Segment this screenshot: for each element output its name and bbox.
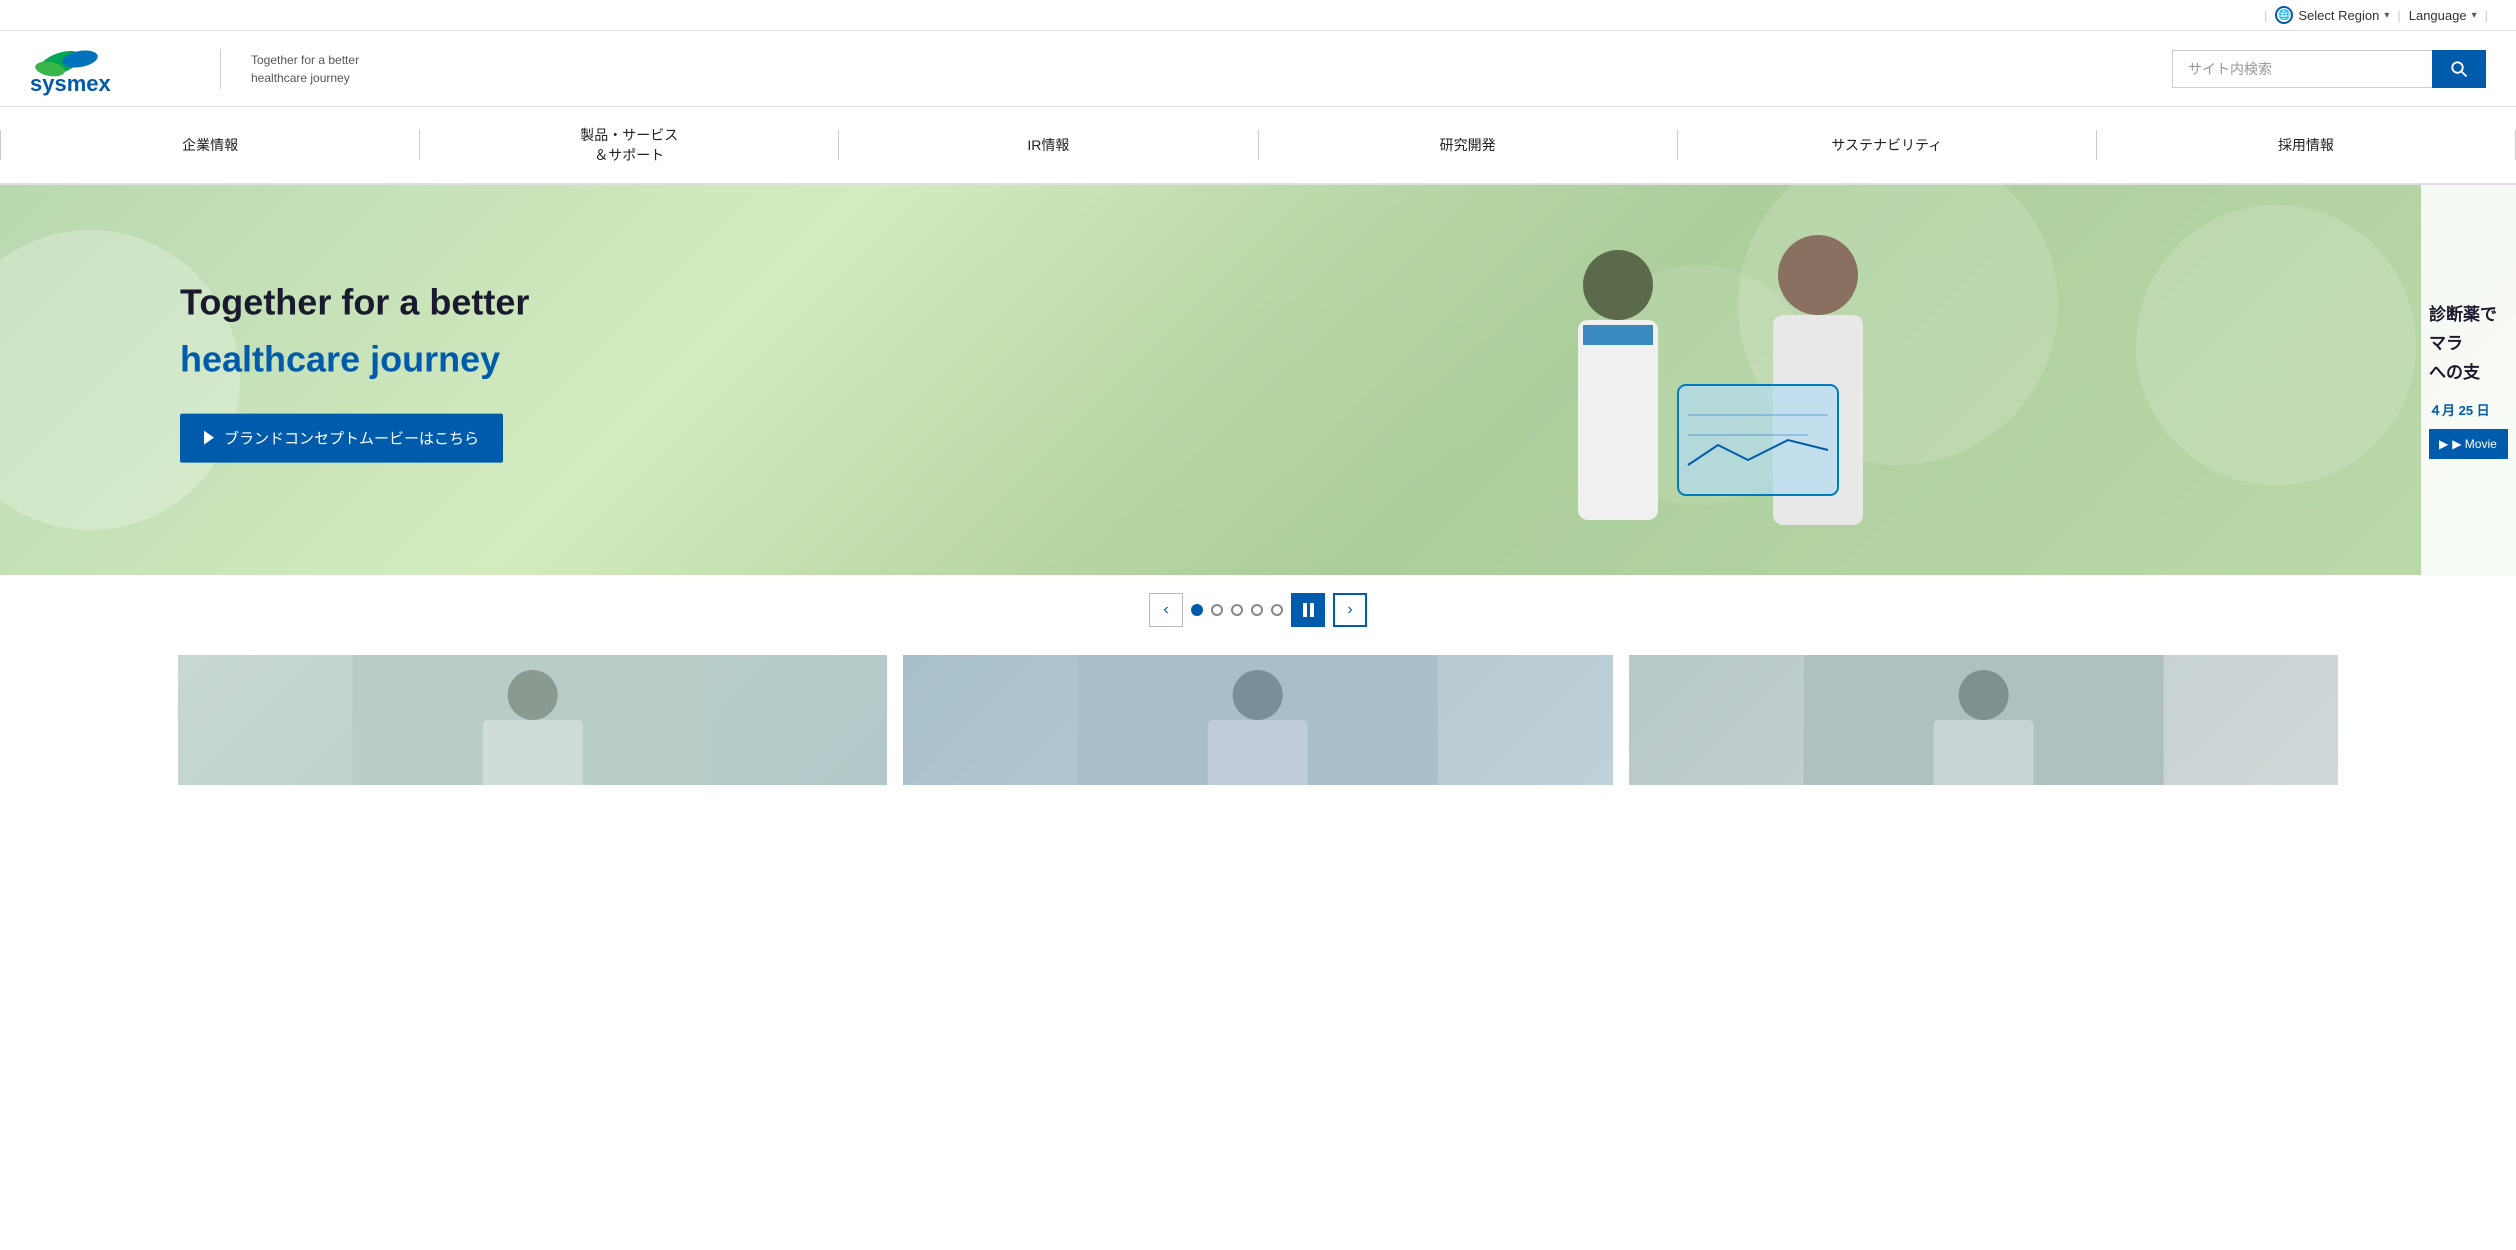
side-panel-movie-label: ▶ Movie xyxy=(2452,437,2497,451)
card-3[interactable] xyxy=(1629,655,2338,785)
slider-controls: ‹ › xyxy=(0,575,2516,645)
main-nav: 企業情報 製品・サービス ＆サポート IR情報 研究開発 サステナビリティ 採用… xyxy=(0,107,2516,185)
topbar-sep3: | xyxy=(2485,8,2488,23)
top-bar: | 🌐 Select Region ▾ | Language ▾ | xyxy=(0,0,2516,31)
side-panel-text1: 診断薬で マラ への支 xyxy=(2429,301,2508,388)
logo-area: sysmex Together for a better healthcare … xyxy=(30,41,359,96)
hero-slide-1: Together for a better healthcare journey… xyxy=(0,185,2516,575)
logo-divider xyxy=(220,49,221,89)
nav-item-products[interactable]: 製品・サービス ＆サポート xyxy=(420,107,838,183)
nav-item-research[interactable]: 研究開発 xyxy=(1259,117,1677,173)
nav-item-company[interactable]: 企業情報 xyxy=(1,117,419,173)
search-area xyxy=(2172,50,2486,88)
nav-item-careers[interactable]: 採用情報 xyxy=(2097,117,2515,173)
slider-dot-4[interactable] xyxy=(1251,604,1263,616)
slider-dot-5[interactable] xyxy=(1271,604,1283,616)
sysmex-logo[interactable]: sysmex xyxy=(30,41,190,96)
search-input[interactable] xyxy=(2172,50,2432,88)
topbar-sep1: | xyxy=(2264,8,2267,23)
card-1[interactable] xyxy=(178,655,887,785)
topbar-sep2: | xyxy=(2397,8,2400,23)
language-label: Language xyxy=(2409,8,2467,23)
nav-item-sustainability[interactable]: サステナビリティ xyxy=(1678,117,2096,173)
side-panel-date: ４月 25 日 xyxy=(2429,400,2508,419)
slider-dot-1[interactable] xyxy=(1191,604,1203,616)
select-region-button[interactable]: 🌐 Select Region ▾ xyxy=(2275,6,2389,24)
hero-main-text: Together for a better xyxy=(180,280,529,327)
select-region-arrow: ▾ xyxy=(2384,10,2389,21)
nav-item-ir[interactable]: IR情報 xyxy=(839,117,1257,173)
slider-prev-button[interactable]: ‹ xyxy=(1149,593,1183,627)
slider-dot-2[interactable] xyxy=(1211,604,1223,616)
pause-bar-1 xyxy=(1303,603,1307,617)
side-panel-movie-button[interactable]: ▶ ▶ Movie xyxy=(2429,429,2508,459)
logo-svg: sysmex xyxy=(30,41,190,96)
slider-pause-button[interactable] xyxy=(1291,593,1325,627)
cards-section xyxy=(0,645,2516,785)
hero-slider: Together for a better healthcare journey… xyxy=(0,185,2516,575)
hero-image xyxy=(881,185,2516,575)
hero-cta-label: ブランドコンセプトムービーはこちら xyxy=(224,427,479,448)
header: sysmex Together for a better healthcare … xyxy=(0,31,2516,107)
language-button[interactable]: Language ▾ xyxy=(2409,8,2477,23)
card-2-image xyxy=(903,655,1612,785)
search-icon xyxy=(2450,60,2468,78)
hero-btn-arrow-icon xyxy=(204,431,214,445)
side-panel-play-icon: ▶ xyxy=(2439,437,2448,451)
search-button[interactable] xyxy=(2432,50,2486,88)
hero-text: Together for a better healthcare journey… xyxy=(180,280,529,463)
card-2[interactable] xyxy=(903,655,1612,785)
card-1-image xyxy=(178,655,887,785)
slider-next-button[interactable]: › xyxy=(1333,593,1367,627)
logo-tagline: Together for a better healthcare journey xyxy=(251,51,359,87)
select-region-label: Select Region xyxy=(2298,8,2379,23)
svg-text:sysmex: sysmex xyxy=(30,71,112,96)
globe-icon: 🌐 xyxy=(2275,6,2293,24)
pause-bar-2 xyxy=(1310,603,1314,617)
hero-side-panel: 診断薬で マラ への支 ４月 25 日 ▶ ▶ Movie xyxy=(2421,185,2516,575)
hero-cta-button[interactable]: ブランドコンセプトムービーはこちら xyxy=(180,413,503,462)
hero-illustration xyxy=(1298,185,2098,575)
hero-sub-text: healthcare journey xyxy=(180,336,529,383)
card-3-image xyxy=(1629,655,2338,785)
language-arrow: ▾ xyxy=(2472,10,2477,21)
slider-dot-3[interactable] xyxy=(1231,604,1243,616)
